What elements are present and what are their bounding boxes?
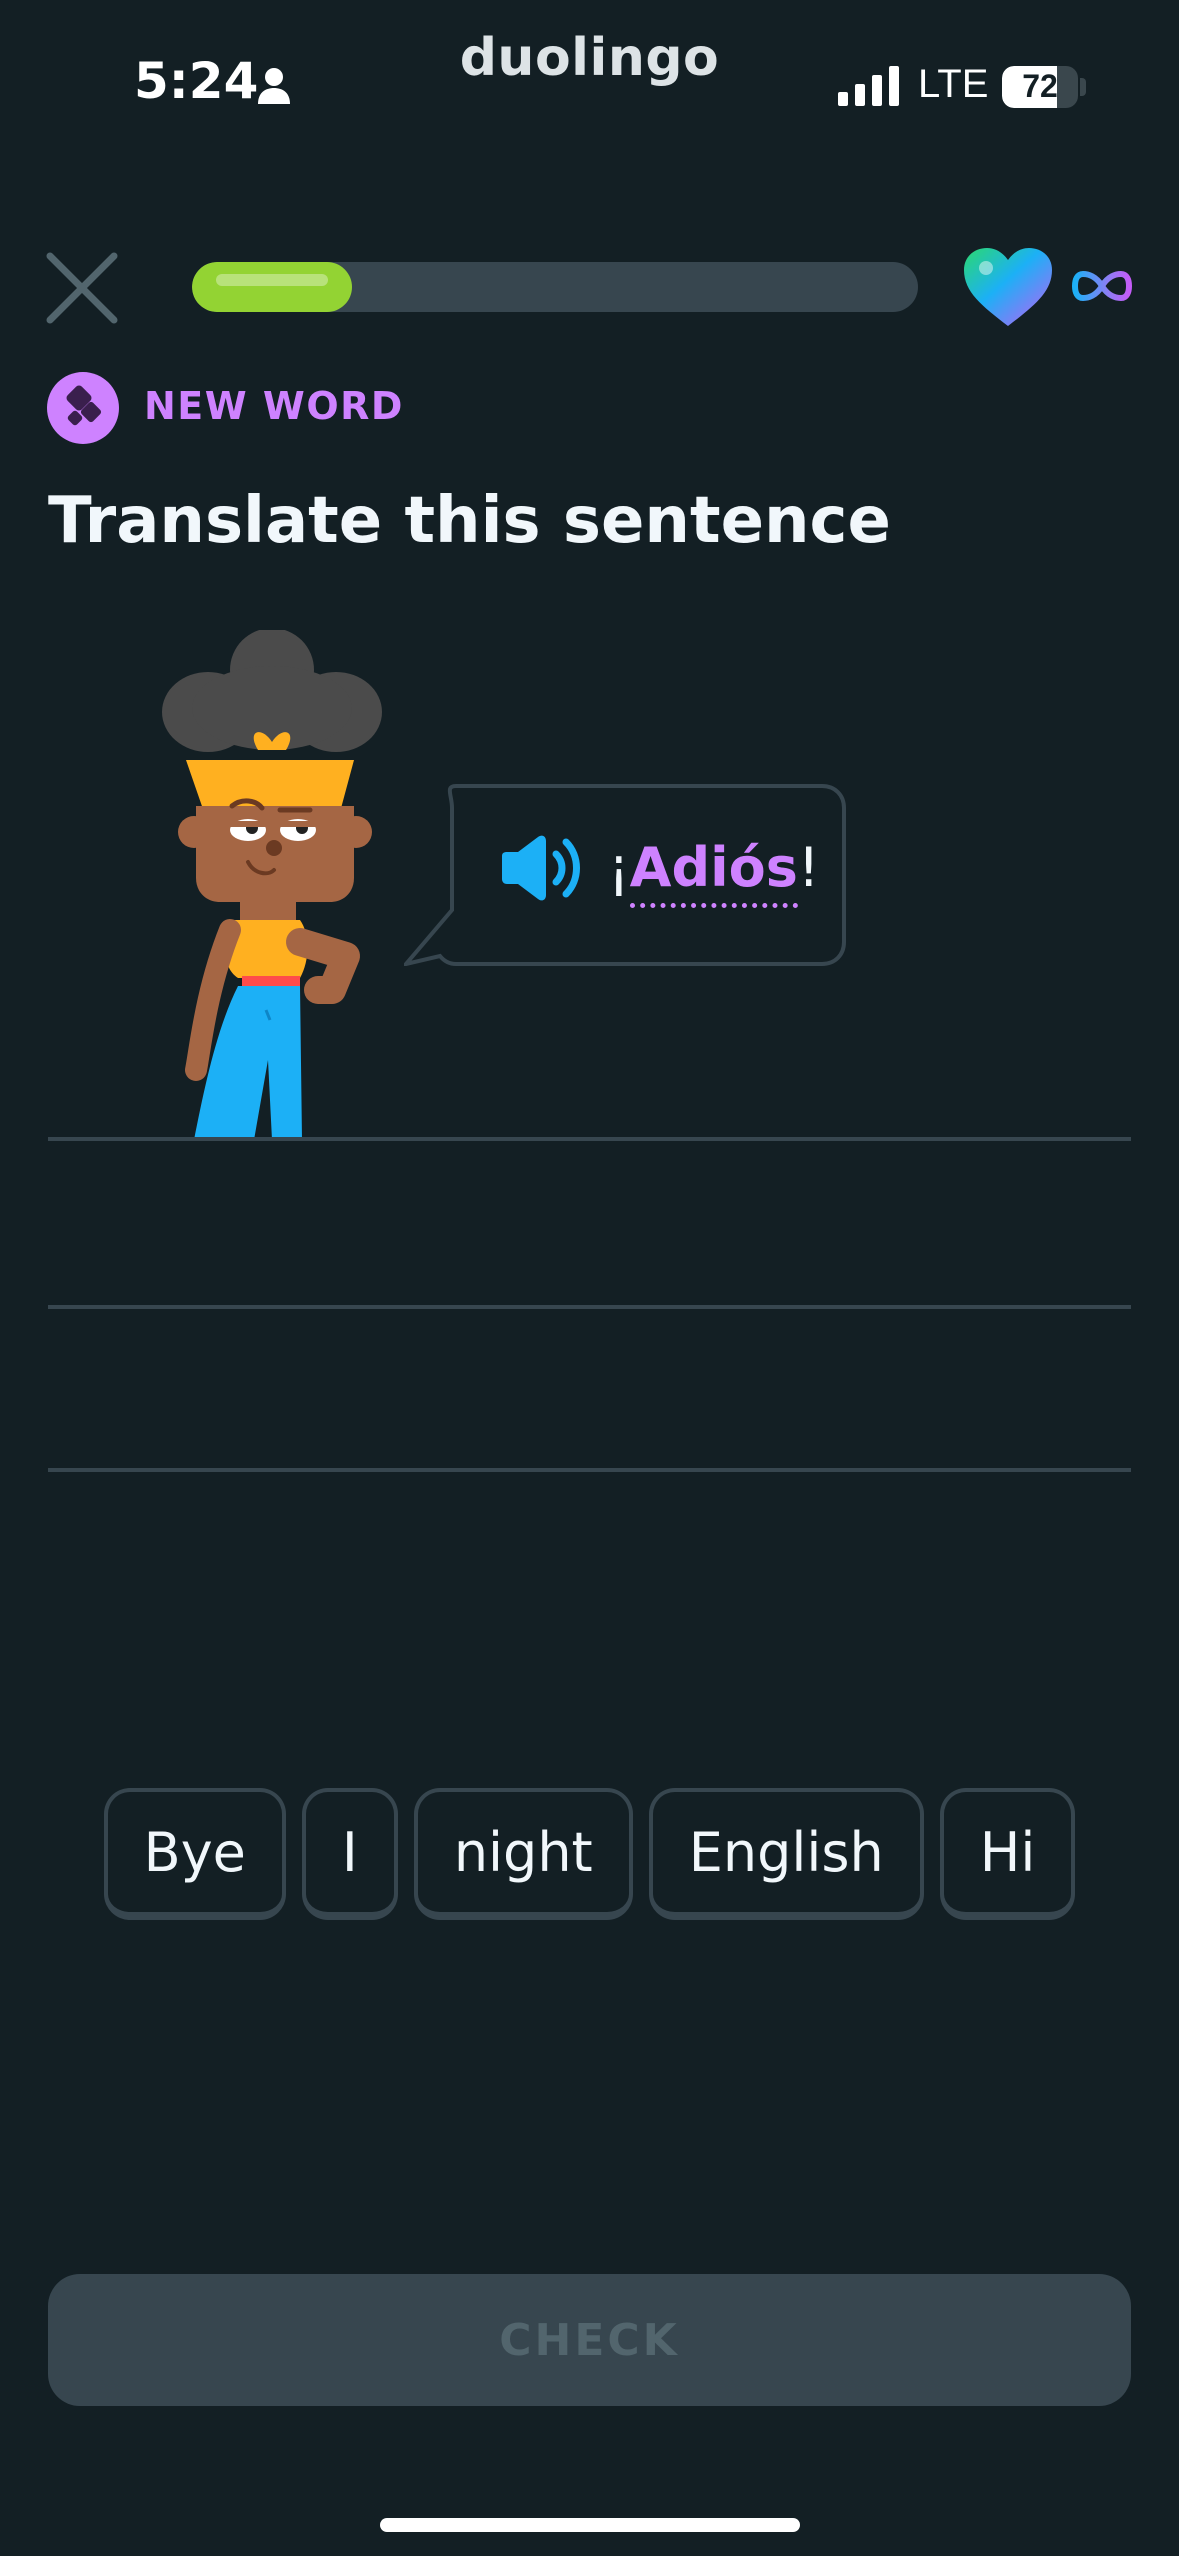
word-chip-bye[interactable]: Bye	[103, 1788, 286, 1920]
page-title: Translate this sentence	[48, 484, 891, 558]
answer-line	[48, 1468, 1131, 1472]
new-word-highlight[interactable]: Adiós	[629, 836, 798, 908]
check-button[interactable]: CHECK	[48, 2274, 1131, 2406]
word-chip-hi[interactable]: Hi	[939, 1788, 1076, 1920]
answer-line	[48, 1137, 1131, 1141]
lesson-progress-bar	[192, 262, 918, 312]
new-word-badge	[47, 372, 119, 444]
progress-fill	[192, 262, 352, 312]
home-indicator[interactable]	[380, 2518, 800, 2532]
character-illustration	[162, 630, 382, 1140]
phrase-suffix: !	[797, 836, 820, 899]
close-button[interactable]	[44, 250, 120, 326]
signal-icon	[838, 66, 899, 106]
word-bank: Bye I night English Hi	[0, 1788, 1179, 1920]
answer-line	[48, 1305, 1131, 1309]
new-word-icon	[66, 385, 102, 426]
network-type: LTE	[918, 62, 989, 106]
close-icon	[46, 252, 118, 324]
battery-icon: 72	[1002, 66, 1078, 108]
source-phrase[interactable]: ¡Adiós!	[608, 836, 820, 908]
new-word-label: NEW WORD	[144, 384, 404, 428]
infinity-icon	[1072, 270, 1132, 302]
phrase-prefix: ¡	[608, 836, 630, 899]
battery-percent: 72	[1022, 68, 1058, 104]
heart-icon[interactable]	[962, 246, 1054, 328]
battery-nub	[1080, 78, 1086, 96]
progress-shine	[216, 274, 328, 286]
word-chip-english[interactable]: English	[648, 1788, 924, 1920]
word-chip-night[interactable]: night	[413, 1788, 633, 1920]
word-chip-i[interactable]: I	[301, 1788, 398, 1920]
speaker-icon[interactable]	[498, 834, 584, 902]
